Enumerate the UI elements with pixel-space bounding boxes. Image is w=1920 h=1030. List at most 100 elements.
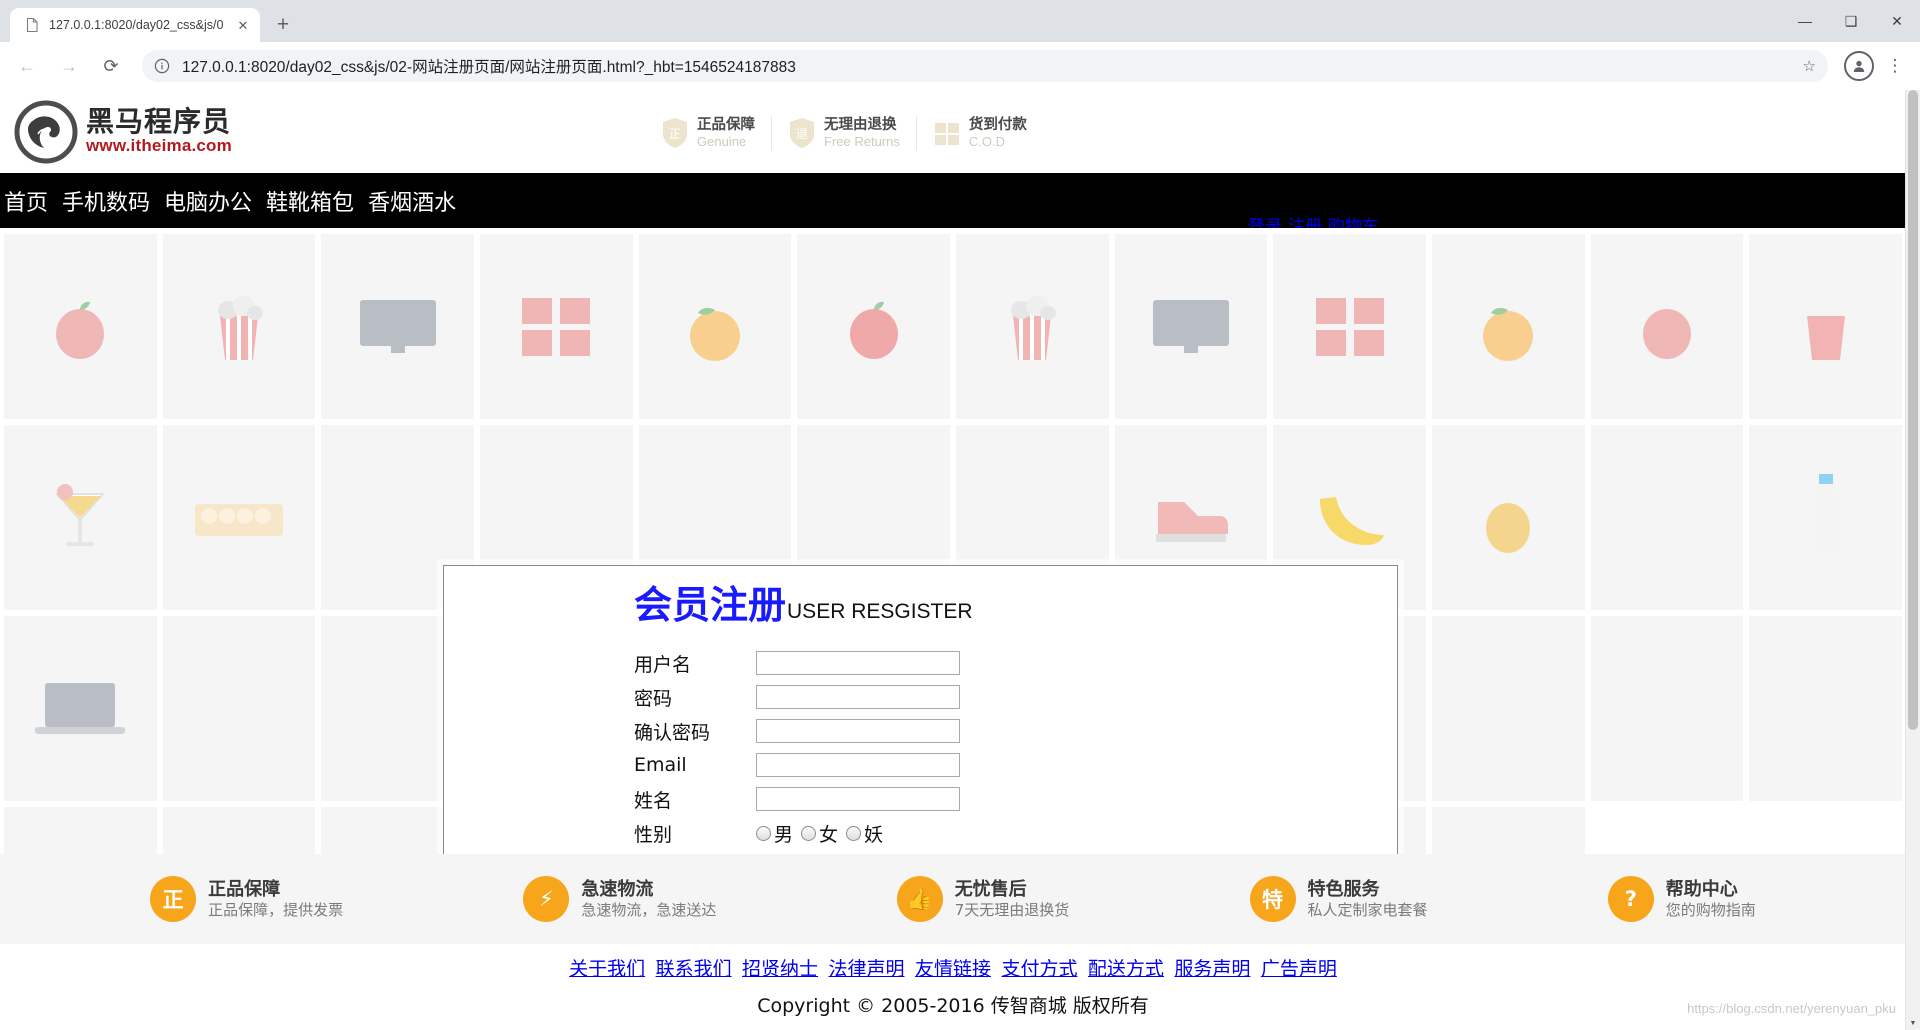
browser-menu-icon[interactable]: ⋮ bbox=[1880, 49, 1910, 83]
service-desc: 私人定制家电套餐 bbox=[1307, 900, 1428, 919]
shield-check-icon: 正 bbox=[150, 876, 197, 922]
scrollbar-thumb[interactable] bbox=[1908, 90, 1918, 730]
fullname-input[interactable] bbox=[756, 787, 960, 811]
product-tile[interactable] bbox=[1114, 234, 1268, 419]
close-icon[interactable]: ✕ bbox=[234, 16, 252, 34]
product-tile[interactable] bbox=[162, 425, 316, 610]
site-header: 黑马程序员 www.itheima.com 正 正品保障 Genuine 退 无… bbox=[0, 90, 1906, 173]
new-tab-button[interactable]: + bbox=[266, 8, 300, 42]
product-tile[interactable] bbox=[1273, 234, 1426, 419]
shield-genuine-icon: 正 bbox=[661, 117, 689, 149]
pear-icon bbox=[1486, 502, 1531, 553]
product-tile[interactable] bbox=[4, 807, 157, 854]
product-tile[interactable] bbox=[4, 616, 157, 801]
service-title: 帮助中心 bbox=[1665, 878, 1738, 900]
footer-link-legal[interactable]: 法律声明 bbox=[829, 958, 905, 980]
maximize-icon[interactable]: ❑ bbox=[1828, 0, 1874, 42]
radio-icon[interactable] bbox=[801, 825, 817, 841]
page-scrollbar[interactable]: ▲ ▼ bbox=[1905, 90, 1920, 1030]
address-bar[interactable]: 127.0.0.1:8020/day02_css&js/02-网站注册页面/网站… bbox=[142, 50, 1828, 82]
profile-avatar-icon[interactable] bbox=[1844, 51, 1874, 81]
service-help-center: ? 帮助中心 您的购物指南 bbox=[1607, 876, 1756, 922]
confirm-password-input[interactable] bbox=[756, 719, 960, 743]
nav-item-tobacco-liquor[interactable]: 香烟酒水 bbox=[368, 185, 456, 217]
back-icon[interactable]: ← bbox=[10, 49, 44, 83]
product-tile[interactable] bbox=[162, 234, 316, 419]
product-tile[interactable] bbox=[1432, 807, 1585, 854]
sneaker-icon bbox=[1155, 501, 1228, 542]
popcorn-icon bbox=[217, 295, 263, 360]
service-title: 无忧售后 bbox=[954, 878, 1027, 900]
laptop-icon bbox=[35, 682, 126, 734]
nav-item-shoes-bags[interactable]: 鞋靴箱包 bbox=[266, 185, 354, 217]
nav-item-home[interactable]: 首页 bbox=[4, 185, 48, 217]
radio-icon[interactable] bbox=[756, 825, 771, 841]
product-tile[interactable] bbox=[1590, 234, 1744, 419]
info-circle-icon[interactable] bbox=[154, 58, 170, 74]
gender-option-male[interactable]: 男 bbox=[756, 820, 793, 847]
email-input[interactable] bbox=[756, 753, 960, 777]
footer-link-service-statement[interactable]: 服务声明 bbox=[1174, 958, 1250, 980]
product-tile[interactable] bbox=[4, 234, 157, 419]
popcorn-icon bbox=[1806, 315, 1845, 360]
product-tile[interactable] bbox=[1749, 425, 1902, 610]
form-row-gender: 性别 男 女 妖 bbox=[634, 816, 960, 850]
product-tile[interactable] bbox=[480, 234, 633, 419]
product-tile[interactable] bbox=[1749, 616, 1902, 801]
product-tile[interactable] bbox=[1432, 234, 1585, 419]
nav-item-computer-office[interactable]: 电脑办公 bbox=[164, 185, 252, 217]
service-after-sales: 👍 无忧售后 7天无理由退换货 bbox=[896, 876, 1069, 922]
badge-genuine: 正 正品保障 Genuine bbox=[645, 116, 771, 150]
footer-link-shipping[interactable]: 配送方式 bbox=[1088, 958, 1164, 980]
minimize-icon[interactable]: — bbox=[1782, 0, 1828, 42]
footer-link-contact-us[interactable]: 联系我们 bbox=[656, 958, 732, 980]
browser-tab[interactable]: 127.0.0.1:8020/day02_css&js/0 ✕ bbox=[10, 8, 260, 42]
footer-link-payment[interactable]: 支付方式 bbox=[1001, 958, 1077, 980]
product-tile[interactable] bbox=[1749, 234, 1902, 419]
help-center-icon: ? bbox=[1607, 876, 1654, 922]
gift-box-icon bbox=[933, 117, 961, 149]
bookmark-star-icon[interactable]: ☆ bbox=[1803, 57, 1816, 75]
footer-link-about-us[interactable]: 关于我们 bbox=[569, 958, 645, 980]
footer-link-ad-statement[interactable]: 广告声明 bbox=[1261, 958, 1337, 980]
product-tile[interactable] bbox=[321, 234, 474, 419]
gender-option-female[interactable]: 女 bbox=[801, 820, 838, 847]
register-form: 用户名 密码 确认密码 Email 姓名 性别 男 女 妖 bbox=[634, 646, 960, 854]
product-tile[interactable] bbox=[162, 807, 316, 854]
site-logo[interactable]: 黑马程序员 www.itheima.com bbox=[14, 100, 232, 164]
peach-icon bbox=[849, 301, 898, 359]
product-tile[interactable] bbox=[1432, 616, 1585, 801]
browser-toolbar: ← → ⟳ 127.0.0.1:8020/day02_css&js/02-网站注… bbox=[0, 42, 1920, 90]
product-tile[interactable] bbox=[1432, 425, 1585, 610]
orange-icon bbox=[689, 307, 740, 361]
reload-icon[interactable]: ⟳ bbox=[94, 49, 128, 83]
nav-item-mobile-digital[interactable]: 手机数码 bbox=[62, 185, 150, 217]
footer-link-friendly-links[interactable]: 友情链接 bbox=[915, 958, 991, 980]
gift-icon bbox=[522, 297, 591, 356]
forward-icon[interactable]: → bbox=[52, 49, 86, 83]
copyright-text: Copyright © 2005-2016 传智商城 版权所有 bbox=[757, 995, 1149, 1017]
badge-title: 货到付款 bbox=[968, 117, 1027, 133]
username-input[interactable] bbox=[756, 651, 960, 675]
product-tile[interactable] bbox=[956, 234, 1109, 419]
password-input[interactable] bbox=[756, 685, 960, 709]
site-footer: 关于我们 联系我们 招贤纳士 法律声明 友情链接 支付方式 配送方式 服务声明 … bbox=[0, 944, 1906, 1018]
window-close-icon[interactable]: ✕ bbox=[1874, 0, 1920, 42]
product-tile[interactable] bbox=[4, 425, 157, 610]
form-row-username: 用户名 bbox=[634, 646, 960, 680]
gender-option-other[interactable]: 妖 bbox=[846, 820, 883, 847]
product-tile[interactable] bbox=[1590, 616, 1744, 801]
form-row-email: Email bbox=[634, 748, 960, 782]
page-icon bbox=[24, 17, 40, 33]
radio-icon[interactable] bbox=[846, 825, 862, 841]
scroll-down-icon[interactable]: ▼ bbox=[1906, 1016, 1920, 1030]
product-tile[interactable] bbox=[797, 234, 950, 419]
form-row-password: 密码 bbox=[634, 680, 960, 714]
url-text: 127.0.0.1:8020/day02_css&js/02-网站注册页面/网站… bbox=[182, 59, 796, 76]
product-tile[interactable] bbox=[638, 234, 792, 419]
product-tile[interactable] bbox=[1590, 425, 1744, 610]
product-tile[interactable] bbox=[162, 616, 316, 801]
badge-title: 无理由退换 bbox=[824, 117, 897, 133]
page-viewport: 黑马程序员 www.itheima.com 正 正品保障 Genuine 退 无… bbox=[0, 90, 1920, 1030]
footer-link-careers[interactable]: 招贤纳士 bbox=[742, 958, 818, 980]
